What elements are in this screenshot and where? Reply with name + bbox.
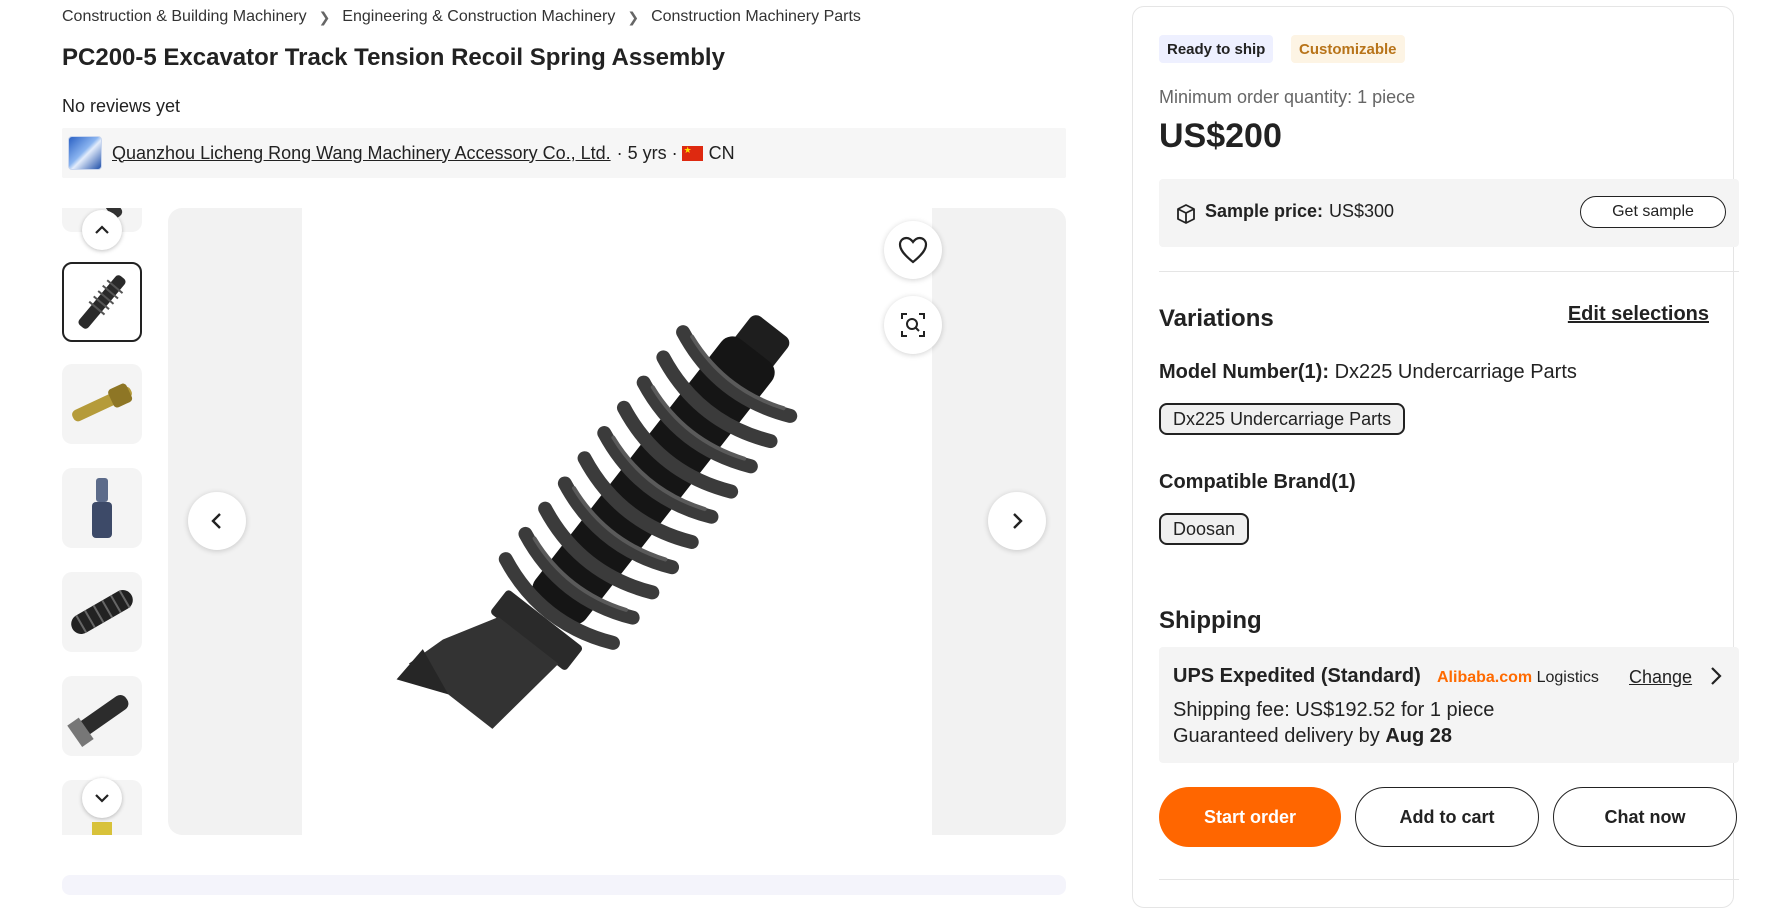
favorite-button[interactable] bbox=[884, 221, 942, 279]
chevron-right-icon[interactable] bbox=[1709, 665, 1723, 693]
start-order-button[interactable]: Start order bbox=[1159, 787, 1341, 847]
sample-price-box: Sample price: US$300 Get sample bbox=[1159, 179, 1739, 247]
change-shipping-link[interactable]: Change bbox=[1629, 667, 1692, 688]
main-product-image[interactable] bbox=[168, 208, 1066, 835]
shipping-method: UPS Expedited (Standard) bbox=[1173, 665, 1421, 687]
get-sample-button[interactable]: Get sample bbox=[1580, 196, 1726, 228]
supplier-bar: Quanzhou Licheng Rong Wang Machinery Acc… bbox=[62, 128, 1066, 178]
thumbnails-up-button[interactable] bbox=[82, 210, 122, 250]
shipping-box: UPS Expedited (Standard) Alibaba.com Log… bbox=[1159, 647, 1739, 763]
product-title: PC200-5 Excavator Track Tension Recoil S… bbox=[62, 44, 725, 71]
model-option-chip[interactable]: Dx225 Undercarriage Parts bbox=[1159, 403, 1406, 435]
edit-selections-link[interactable]: Edit selections bbox=[1568, 303, 1709, 326]
chevron-right-icon: ❯ bbox=[318, 8, 331, 25]
ready-to-ship-badge: Ready to ship bbox=[1159, 35, 1274, 63]
thumbnail-selected[interactable] bbox=[62, 262, 142, 342]
shipping-fee: Shipping fee: US$192.52 for 1 piece bbox=[1173, 699, 1495, 721]
compatible-brand-label: Compatible Brand(1) bbox=[1159, 471, 1356, 493]
model-number-value: Dx225 Undercarriage Parts bbox=[1334, 361, 1577, 383]
customizable-badge: Customizable bbox=[1291, 35, 1405, 63]
image-search-button[interactable] bbox=[884, 296, 942, 354]
chevron-left-icon bbox=[211, 513, 221, 529]
thumbnails-down-button[interactable] bbox=[82, 778, 122, 818]
sample-price-label: Sample price: bbox=[1205, 201, 1324, 221]
model-number-label: Model Number(1): bbox=[1159, 361, 1329, 383]
recoil-spring-image bbox=[396, 315, 798, 729]
supplier-logo[interactable] bbox=[68, 136, 102, 170]
breadcrumb: Construction & Building Machinery ❯ Engi… bbox=[62, 8, 861, 26]
supplier-country: CN bbox=[708, 142, 735, 163]
chat-now-button[interactable]: Chat now bbox=[1553, 787, 1737, 847]
product-photo bbox=[302, 208, 932, 835]
section-strip bbox=[62, 875, 1066, 895]
chevron-up-icon bbox=[95, 225, 109, 234]
brand-option-chip[interactable]: Doosan bbox=[1159, 513, 1250, 545]
model-number-attribute: Model Number(1): Dx225 Undercarriage Par… bbox=[1159, 361, 1577, 384]
reviews-text: No reviews yet bbox=[62, 96, 181, 116]
divider bbox=[1159, 271, 1739, 272]
divider bbox=[1159, 879, 1739, 880]
chevron-right-icon bbox=[1013, 513, 1023, 529]
breadcrumb-item[interactable]: Engineering & Construction Machinery bbox=[342, 8, 615, 26]
logistics-logo: Alibaba.com Logistics bbox=[1437, 669, 1599, 686]
package-icon bbox=[1177, 204, 1195, 224]
chevron-down-icon bbox=[95, 794, 109, 803]
shipping-title: Shipping bbox=[1159, 607, 1262, 634]
add-to-cart-button[interactable]: Add to cart bbox=[1355, 787, 1539, 847]
image-search-icon bbox=[901, 313, 925, 337]
order-panel: Ready to ship Customizable Minimum order… bbox=[1132, 6, 1739, 908]
thumbnail[interactable] bbox=[62, 572, 142, 652]
supplier-years: · 5 yrs · bbox=[616, 142, 678, 163]
china-flag-icon bbox=[681, 145, 703, 161]
heart-icon bbox=[898, 236, 928, 264]
supplier-name-link[interactable]: Quanzhou Licheng Rong Wang Machinery Acc… bbox=[112, 143, 611, 164]
next-image-button[interactable] bbox=[988, 492, 1046, 550]
thumbnail[interactable] bbox=[62, 676, 142, 756]
chevron-right-icon: ❯ bbox=[627, 8, 640, 25]
thumbnail[interactable] bbox=[62, 364, 142, 444]
thumbnail-strip bbox=[62, 208, 142, 835]
breadcrumb-item[interactable]: Construction & Building Machinery bbox=[62, 8, 307, 26]
previous-image-button[interactable] bbox=[188, 492, 246, 550]
thumbnail[interactable] bbox=[62, 468, 142, 548]
sample-price-value: US$300 bbox=[1329, 201, 1395, 221]
delivery-guarantee: Guaranteed delivery by Aug 28 bbox=[1173, 725, 1453, 747]
price: US$200 bbox=[1159, 117, 1282, 155]
variations-title: Variations bbox=[1159, 305, 1274, 332]
minimum-order-quantity: Minimum order quantity: 1 piece bbox=[1159, 87, 1416, 107]
breadcrumb-item[interactable]: Construction Machinery Parts bbox=[651, 8, 861, 26]
